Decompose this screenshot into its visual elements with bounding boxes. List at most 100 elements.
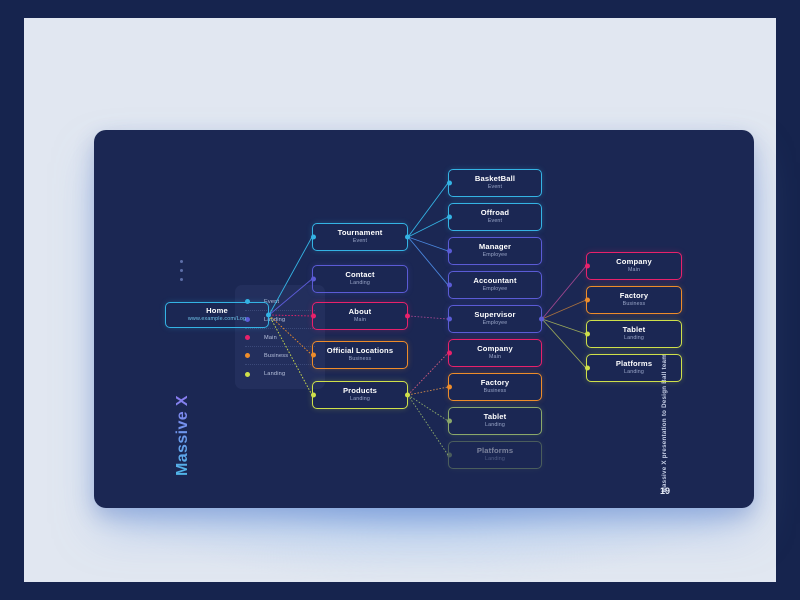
- kebab-dot: [180, 260, 183, 263]
- legend-item-label: Main: [264, 335, 277, 341]
- node-title: About: [349, 308, 372, 316]
- connector-pin-right: [405, 235, 410, 240]
- legend-color-swatch: [245, 372, 250, 377]
- connector-tournament-to-basketball: [408, 183, 448, 237]
- legend-item-label: Landing: [264, 371, 285, 377]
- connector-pin-right: [266, 313, 271, 318]
- node-subtitle: Main: [628, 268, 640, 274]
- legend-color-swatch: [245, 335, 250, 340]
- node-title: Accountant: [473, 277, 516, 285]
- node-title: Supervisor: [474, 311, 515, 319]
- node-title: Tablet: [623, 326, 646, 334]
- node-title: Home: [206, 307, 228, 315]
- node-title: Contact: [345, 271, 374, 279]
- node-title: Manager: [479, 243, 511, 251]
- sitemap-node-factory4[interactable]: Factory Business: [586, 286, 682, 314]
- connector-pin-left: [311, 393, 316, 398]
- node-title: Factory: [481, 379, 509, 387]
- sitemap-node-contact[interactable]: Contact Landing: [312, 265, 408, 293]
- connector-pin-left: [585, 264, 590, 269]
- sitemap-node-tablet4[interactable]: Tablet Landing: [586, 320, 682, 348]
- sitemap-node-basketball[interactable]: BasketBallEvent: [448, 169, 542, 197]
- connector-pin-right: [539, 317, 544, 322]
- node-subtitle: Event: [353, 239, 367, 245]
- sitemap-node-platforms3[interactable]: PlatformsLanding: [448, 441, 542, 469]
- sitemap-node-offroad[interactable]: Offroad Event: [448, 203, 542, 231]
- node-subtitle: Landing: [350, 281, 370, 287]
- legend-item: Main: [245, 329, 315, 347]
- connector-products-to-company3: [408, 353, 448, 395]
- sitemap-node-official[interactable]: Official Locations Business: [312, 341, 408, 369]
- sitemap-node-products[interactable]: Products Landing: [312, 381, 408, 409]
- legend-item-label: Business: [264, 353, 288, 359]
- node-title: Offroad: [481, 209, 509, 217]
- connector-products-to-factory3: [408, 387, 448, 395]
- connector-pin-left: [447, 385, 452, 390]
- brand-label: Massive X: [174, 395, 192, 476]
- connector-pin-left: [447, 249, 452, 254]
- connector-pin-left: [447, 453, 452, 458]
- legend-color-swatch: [245, 353, 250, 358]
- sitemap-node-about[interactable]: AboutMain: [312, 302, 408, 330]
- connector-pin-left: [311, 277, 316, 282]
- sitemap-node-factory3[interactable]: FactoryBusiness: [448, 373, 542, 401]
- connector-pin-left: [447, 351, 452, 356]
- connector-about-to-supervisor: [408, 316, 448, 319]
- kebab-dot: [180, 278, 183, 281]
- node-title: Platforms: [616, 360, 652, 368]
- connector-products-to-platforms3: [408, 395, 448, 455]
- sitemap-node-tablet3[interactable]: Tablet Landing: [448, 407, 542, 435]
- connector-tournament-to-offroad: [408, 217, 448, 237]
- sitemap-node-tournament[interactable]: TournamentEvent: [312, 223, 408, 251]
- connector-pin-left: [447, 317, 452, 322]
- sitemap-node-platforms4[interactable]: Platforms Landing: [586, 354, 682, 382]
- node-url: www.example.com/Log: [188, 317, 246, 323]
- node-title: Factory: [620, 292, 648, 300]
- connector-tournament-to-accountant: [408, 237, 448, 285]
- node-title: Company: [477, 345, 513, 353]
- node-title: Products: [343, 387, 377, 395]
- sitemap-node-company3[interactable]: Company Main: [448, 339, 542, 367]
- connector-pin-left: [311, 314, 316, 319]
- connector-pin-left: [311, 235, 316, 240]
- page-number: 19: [660, 486, 670, 496]
- legend-item: Business: [245, 347, 315, 365]
- connector-supervisor-to-company4: [542, 266, 586, 319]
- legend-panel: EventLandingMainBusinessLanding: [235, 285, 325, 389]
- node-subtitle: Employee: [483, 287, 508, 293]
- node-title: Official Locations: [327, 347, 393, 355]
- connector-pin-left: [447, 419, 452, 424]
- connector-tournament-to-manager: [408, 237, 448, 251]
- node-subtitle: Business: [349, 357, 372, 363]
- node-subtitle: Main: [489, 355, 501, 361]
- connector-pin-left: [447, 283, 452, 288]
- node-subtitle: Landing: [624, 336, 644, 342]
- brand-logo: Massive X: [166, 380, 200, 490]
- node-subtitle: Business: [623, 302, 646, 308]
- sitemap-node-accountant[interactable]: Accountant Employee: [448, 271, 542, 299]
- sitemap-node-manager[interactable]: Manager Employee: [448, 237, 542, 265]
- connector-pin-left: [585, 332, 590, 337]
- node-subtitle: Event: [488, 185, 502, 191]
- node-title: Platforms: [477, 447, 513, 455]
- sitemap-node-home[interactable]: Home www.example.com/Log: [165, 302, 269, 328]
- presentation-page: Massive X f ❈ V Massive X presentation t…: [24, 18, 776, 582]
- slide-frame: Massive X f ❈ V Massive X presentation t…: [0, 0, 800, 600]
- connector-pin-right: [405, 393, 410, 398]
- connector-supervisor-to-platforms4: [542, 319, 586, 368]
- legend-item: Landing: [245, 365, 315, 383]
- node-title: Tablet: [484, 413, 507, 421]
- node-subtitle: Landing: [485, 423, 505, 429]
- node-subtitle: Employee: [483, 253, 508, 259]
- connector-products-to-tablet3: [408, 395, 448, 421]
- sitemap-node-supervisor[interactable]: Supervisor Employee: [448, 305, 542, 333]
- node-subtitle: Event: [488, 219, 502, 225]
- kebab-menu-icon[interactable]: [180, 260, 183, 281]
- kebab-dot: [180, 269, 183, 272]
- connector-pin-left: [447, 215, 452, 220]
- node-subtitle: Employee: [483, 321, 508, 327]
- node-subtitle: Landing: [350, 397, 370, 403]
- node-subtitle: Landing: [624, 370, 644, 376]
- connector-supervisor-to-factory4: [542, 300, 586, 319]
- sitemap-node-company4[interactable]: CompanyMain: [586, 252, 682, 280]
